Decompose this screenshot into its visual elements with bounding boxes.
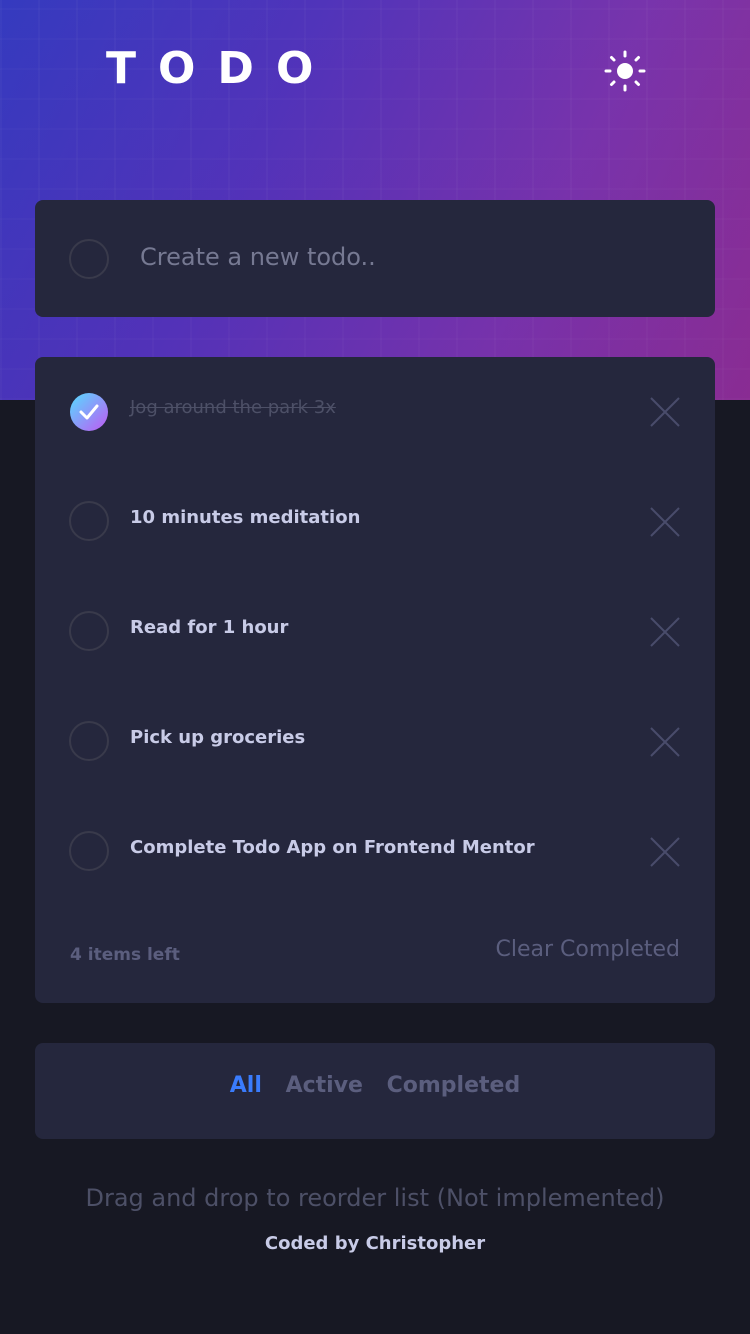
app-title: TODO [106,43,336,94]
todo-checkbox[interactable] [69,831,109,871]
items-left-count: 4 items left [70,945,180,965]
filter-tabs: All Active Completed [35,1073,715,1098]
todo-list: Jog around the park 3x 10 minutes medita… [35,357,715,1003]
todo-text: Jog around the park 3x [130,397,336,418]
close-icon [650,727,680,757]
filter-bar: All Active Completed [35,1043,715,1139]
theme-toggle-button[interactable] [604,50,646,92]
todo-text: 10 minutes meditation [130,507,361,528]
reorder-hint: Drag and drop to reorder list (Not imple… [85,1184,665,1212]
todo-checkbox[interactable] [69,501,109,541]
credit: Coded by Christopher [264,1233,486,1254]
delete-todo-button[interactable] [649,836,681,868]
delete-todo-button[interactable] [649,506,681,538]
delete-todo-button[interactable] [649,616,681,648]
todo-text: Complete Todo App on Frontend Mentor [130,837,535,858]
close-icon [650,397,680,427]
todo-item: Complete Todo App on Frontend Mentor [35,797,715,907]
header: TODO [106,44,646,100]
filter-active[interactable]: Active [286,1073,363,1098]
todo-checkbox-checked[interactable] [70,393,108,431]
todo-item: Jog around the park 3x [35,357,715,467]
todo-item: Pick up groceries [35,687,715,797]
todo-text: Pick up groceries [130,727,306,748]
todo-text: Read for 1 hour [130,617,289,638]
check-icon [79,404,99,420]
clear-completed-button[interactable]: Clear Completed [495,937,680,962]
todo-checkbox[interactable] [69,721,109,761]
filter-completed[interactable]: Completed [387,1073,521,1098]
close-icon [650,617,680,647]
create-todo-input[interactable] [140,230,680,284]
create-todo-card [35,200,715,317]
todo-item: 10 minutes meditation [35,467,715,577]
filter-all[interactable]: All [230,1073,262,1098]
todo-checkbox[interactable] [69,611,109,651]
delete-todo-button[interactable] [649,396,681,428]
todo-item: Read for 1 hour [35,577,715,687]
create-todo-checkbox[interactable] [69,239,109,279]
close-icon [650,837,680,867]
close-icon [650,507,680,537]
sun-icon [604,50,646,92]
list-footer: 4 items left Clear Completed [35,917,715,987]
delete-todo-button[interactable] [649,726,681,758]
